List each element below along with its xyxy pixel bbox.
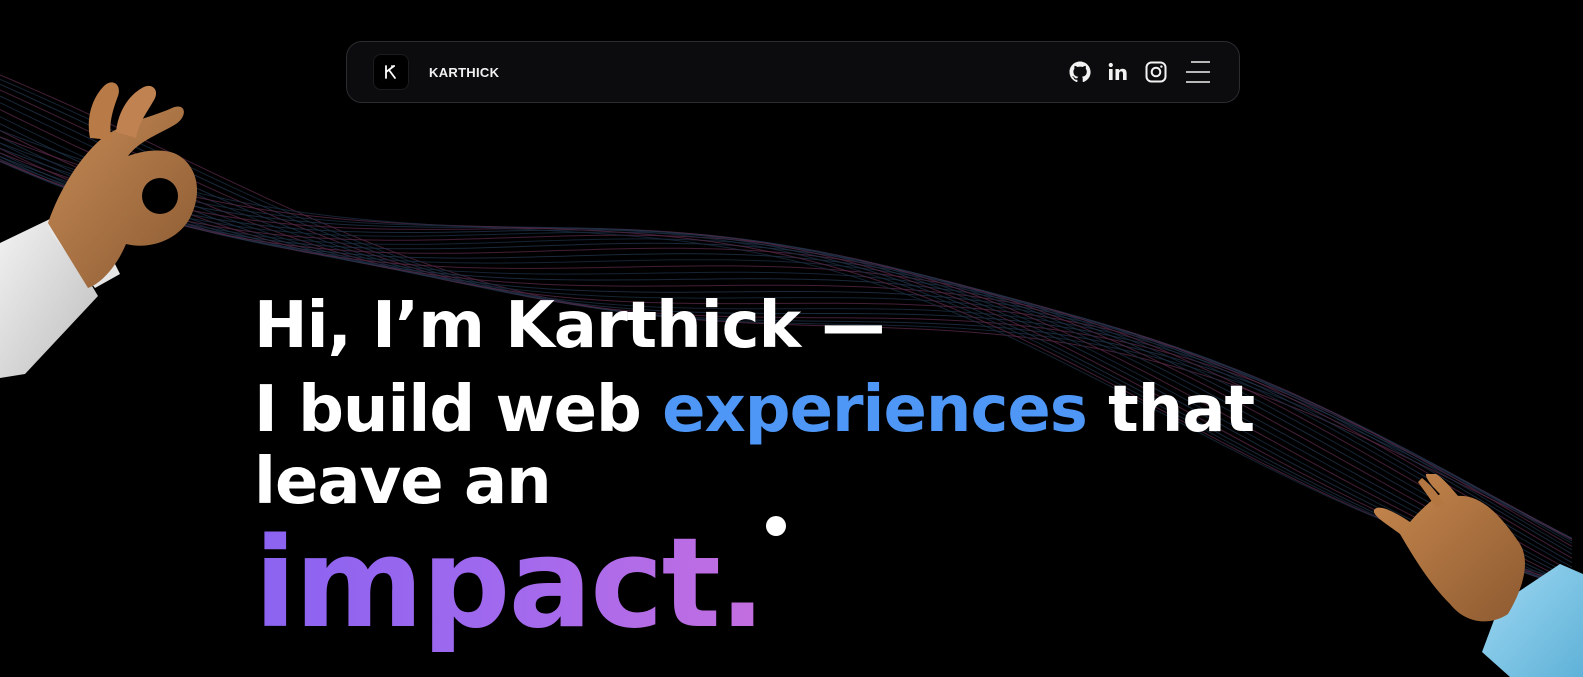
hero-line-two-start: I build web (254, 373, 663, 447)
github-icon (1069, 61, 1091, 83)
social-links (1055, 59, 1211, 85)
menu-button[interactable] (1185, 59, 1211, 85)
hero-impact-word: impact. (254, 512, 766, 656)
instagram-icon (1145, 61, 1167, 83)
hero-line-three: leave an (254, 445, 552, 519)
top-navbar: KARTHICK (346, 41, 1240, 103)
wave-line (0, 159, 1573, 583)
k-logo-icon (385, 65, 396, 79)
hero-line-two: I build web experiences that (254, 373, 1255, 447)
github-link[interactable] (1067, 59, 1093, 85)
hero-line-two-end: that (1086, 373, 1255, 447)
linkedin-icon (1108, 62, 1127, 80)
hero-highlight-experiences: experiences (662, 373, 1088, 447)
wave-line (0, 156, 1573, 580)
hero-greeting: Hi, I’m Karthick — (254, 289, 885, 363)
custom-cursor-dot (766, 516, 786, 536)
page: KARTHICK Hi, I’m Karthick — I build web … (0, 0, 1583, 677)
brand-name[interactable]: KARTHICK (429, 65, 499, 80)
ok-hand-illustration (0, 82, 198, 378)
wave-line (0, 147, 1573, 588)
logo-mark[interactable] (373, 54, 409, 90)
rock-hand-illustration (1373, 474, 1583, 677)
instagram-link[interactable] (1143, 59, 1169, 85)
linkedin-link[interactable] (1105, 59, 1131, 85)
wave-line (0, 152, 1573, 589)
wave-line (0, 142, 1573, 586)
menu-icon (1186, 61, 1210, 83)
